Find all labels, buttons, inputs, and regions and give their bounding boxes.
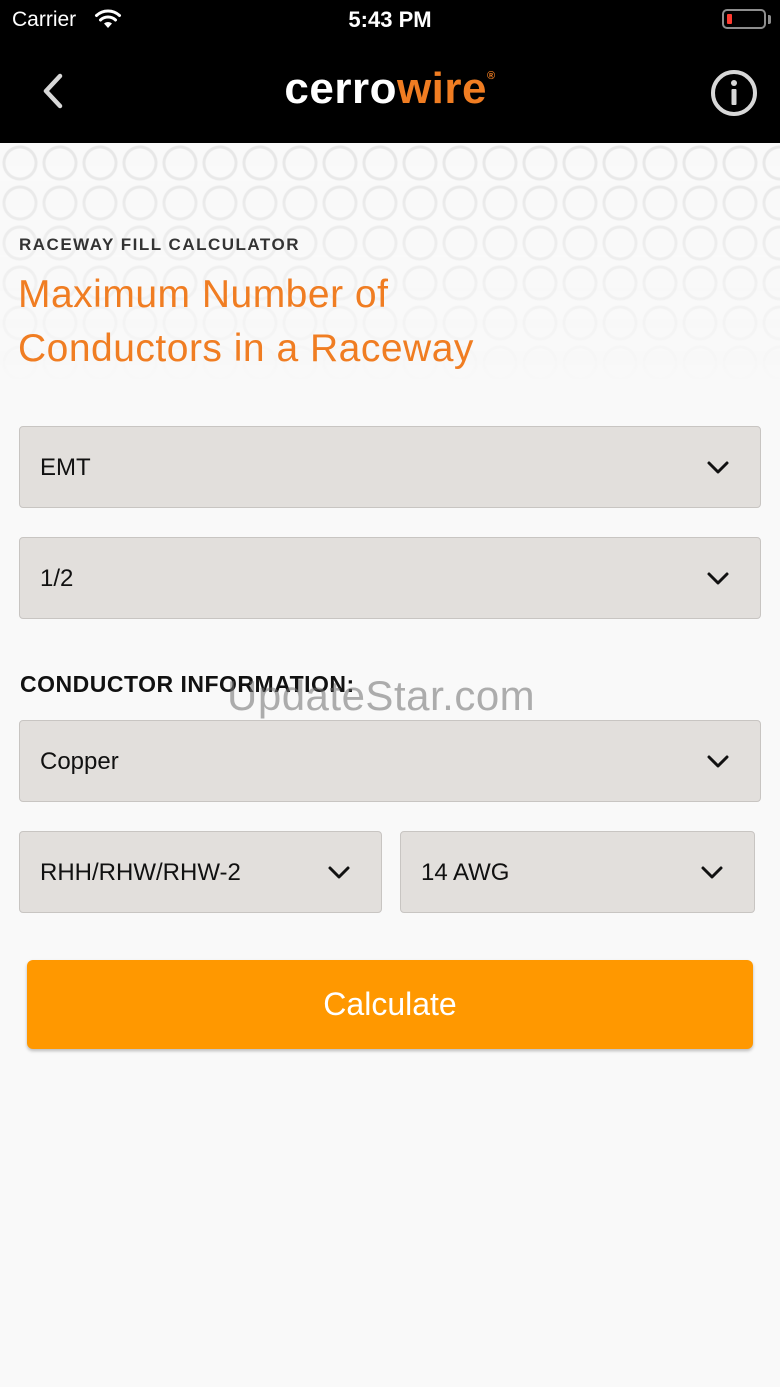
chevron-down-icon	[701, 866, 723, 879]
insulation-type-value: RHH/RHW/RHW-2	[40, 859, 241, 886]
page-title-line2: Conductors in a Raceway	[18, 327, 474, 370]
info-button[interactable]	[709, 68, 759, 118]
raceway-type-select[interactable]: EMT	[19, 426, 761, 508]
chevron-down-icon	[707, 755, 729, 768]
watermark: UpdateStar.com	[227, 672, 536, 719]
page-title: Maximum Number of Conductors in a Racewa…	[18, 268, 718, 376]
chevron-down-icon	[328, 866, 350, 879]
raceway-type-value: EMT	[40, 454, 91, 481]
raceway-size-select[interactable]: 1/2	[19, 537, 761, 619]
logo-text-wire: wire	[396, 64, 487, 113]
conductor-material-value: Copper	[40, 748, 119, 775]
wire-gauge-select[interactable]: 14 AWG	[400, 831, 755, 913]
raceway-size-value: 1/2	[40, 565, 74, 592]
chevron-down-icon	[707, 461, 729, 474]
info-icon	[711, 70, 757, 116]
battery-nub	[768, 15, 771, 24]
logo-registered-mark: ®	[487, 70, 496, 82]
page-title-line1: Maximum Number of	[18, 273, 389, 316]
logo-text-cerro: cerro	[284, 64, 397, 113]
insulation-type-select[interactable]: RHH/RHW/RHW-2	[19, 831, 382, 913]
page-subtitle: RACEWAY FILL CALCULATOR	[19, 235, 301, 254]
status-time: 5:43 PM	[348, 7, 432, 32]
battery-icon	[722, 9, 766, 29]
conductor-material-select[interactable]: Copper	[19, 720, 761, 802]
brand-logo: cerrowire®	[0, 64, 780, 114]
chevron-down-icon	[707, 572, 729, 585]
wire-gauge-value: 14 AWG	[421, 859, 510, 886]
top-bar: Carrier 5:43 PM cerrowire®	[0, 0, 780, 143]
calculate-button[interactable]: Calculate	[27, 960, 753, 1049]
status-bar: Carrier 5:43 PM	[0, 0, 780, 42]
